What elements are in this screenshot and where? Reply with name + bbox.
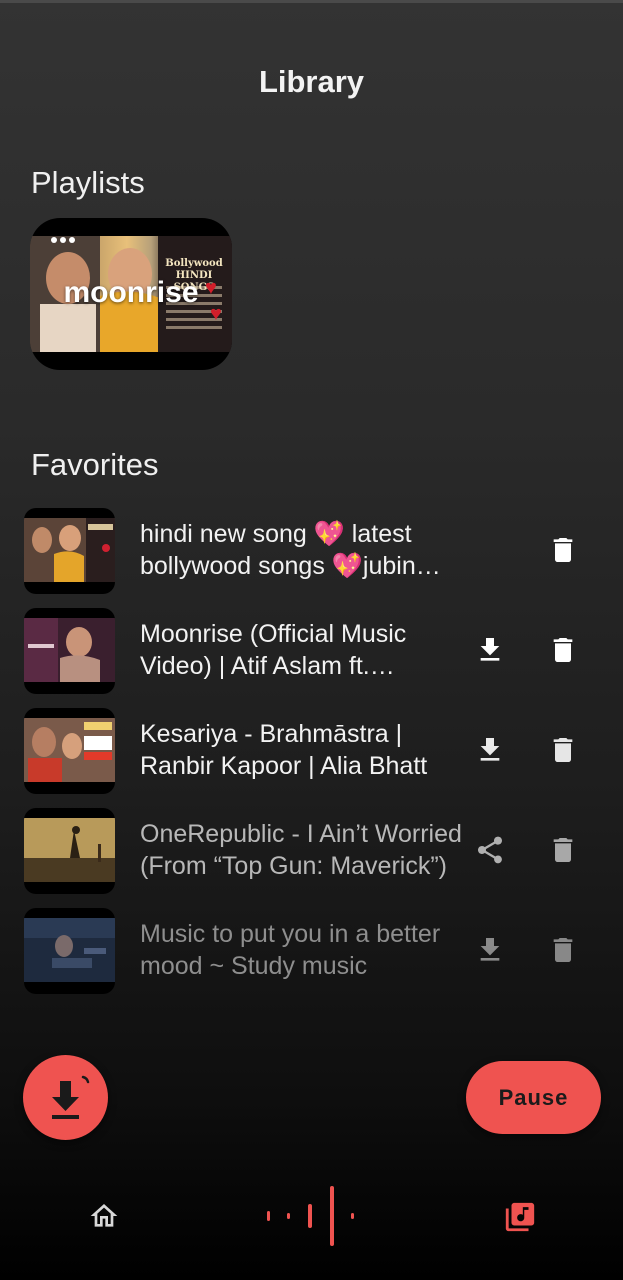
delete-icon[interactable] (547, 534, 579, 566)
favorites-section-title: Favorites (31, 447, 159, 482)
favorite-item[interactable]: OneRepublic - I Ain’t Worried (From “Top… (0, 808, 623, 894)
delete-icon[interactable] (547, 834, 579, 866)
track-thumbnail (24, 508, 115, 594)
track-title: Kesariya - Brahmāstra | Ranbir Kapoor | … (140, 720, 428, 780)
track-title: hindi new song 💖 latest bollywood songs … (140, 520, 416, 580)
playlists-section-title: Playlists (31, 165, 145, 200)
playlist-name: moonrise (63, 276, 199, 309)
bottom-navigation (0, 1180, 623, 1250)
home-icon[interactable] (88, 1200, 120, 1232)
more-horizontal-icon[interactable] (50, 232, 76, 244)
download-icon[interactable] (474, 634, 506, 666)
page-title: Library (258, 64, 365, 99)
track-thumbnail-image (24, 818, 115, 882)
track-thumbnail-image (24, 618, 115, 682)
delete-icon[interactable] (547, 734, 579, 766)
track-thumbnail-image (24, 918, 115, 982)
favorite-item[interactable]: Moonrise (Official Music Video) | Atif A… (0, 608, 623, 694)
audio-wave-icon[interactable] (262, 1180, 362, 1250)
share-icon[interactable] (474, 834, 506, 866)
track-title: Music to put you in a better mood ~ Stud… (140, 920, 441, 980)
status-bar-divider (0, 0, 623, 3)
track-thumbnail (24, 608, 115, 694)
favorite-item[interactable]: Music to put you in a better mood ~ Stud… (0, 908, 623, 994)
track-thumbnail-image (24, 718, 115, 782)
delete-icon[interactable] (547, 934, 579, 966)
delete-icon[interactable] (547, 634, 579, 666)
track-title: Moonrise (Official Music Video) | Atif A… (140, 620, 407, 680)
favorite-item[interactable]: hindi new song 💖 latest bollywood songs … (0, 508, 623, 594)
download-all-button[interactable] (23, 1055, 108, 1140)
favorite-item[interactable]: Kesariya - Brahmāstra | Ranbir Kapoor | … (0, 708, 623, 794)
pause-button[interactable]: Pause (466, 1061, 601, 1134)
track-thumbnail-image (24, 518, 115, 582)
download-icon (52, 1075, 90, 1119)
playlist-card-moonrise[interactable]: Bollywood HINDI SONGS ♥ ♥ moonrise (30, 218, 232, 370)
download-icon[interactable] (474, 734, 506, 766)
library-music-icon[interactable] (503, 1200, 537, 1234)
track-thumbnail (24, 908, 115, 994)
download-icon[interactable] (474, 934, 506, 966)
track-thumbnail (24, 708, 115, 794)
track-thumbnail (24, 808, 115, 894)
track-title: OneRepublic - I Ain’t Worried (From “Top… (140, 820, 462, 880)
